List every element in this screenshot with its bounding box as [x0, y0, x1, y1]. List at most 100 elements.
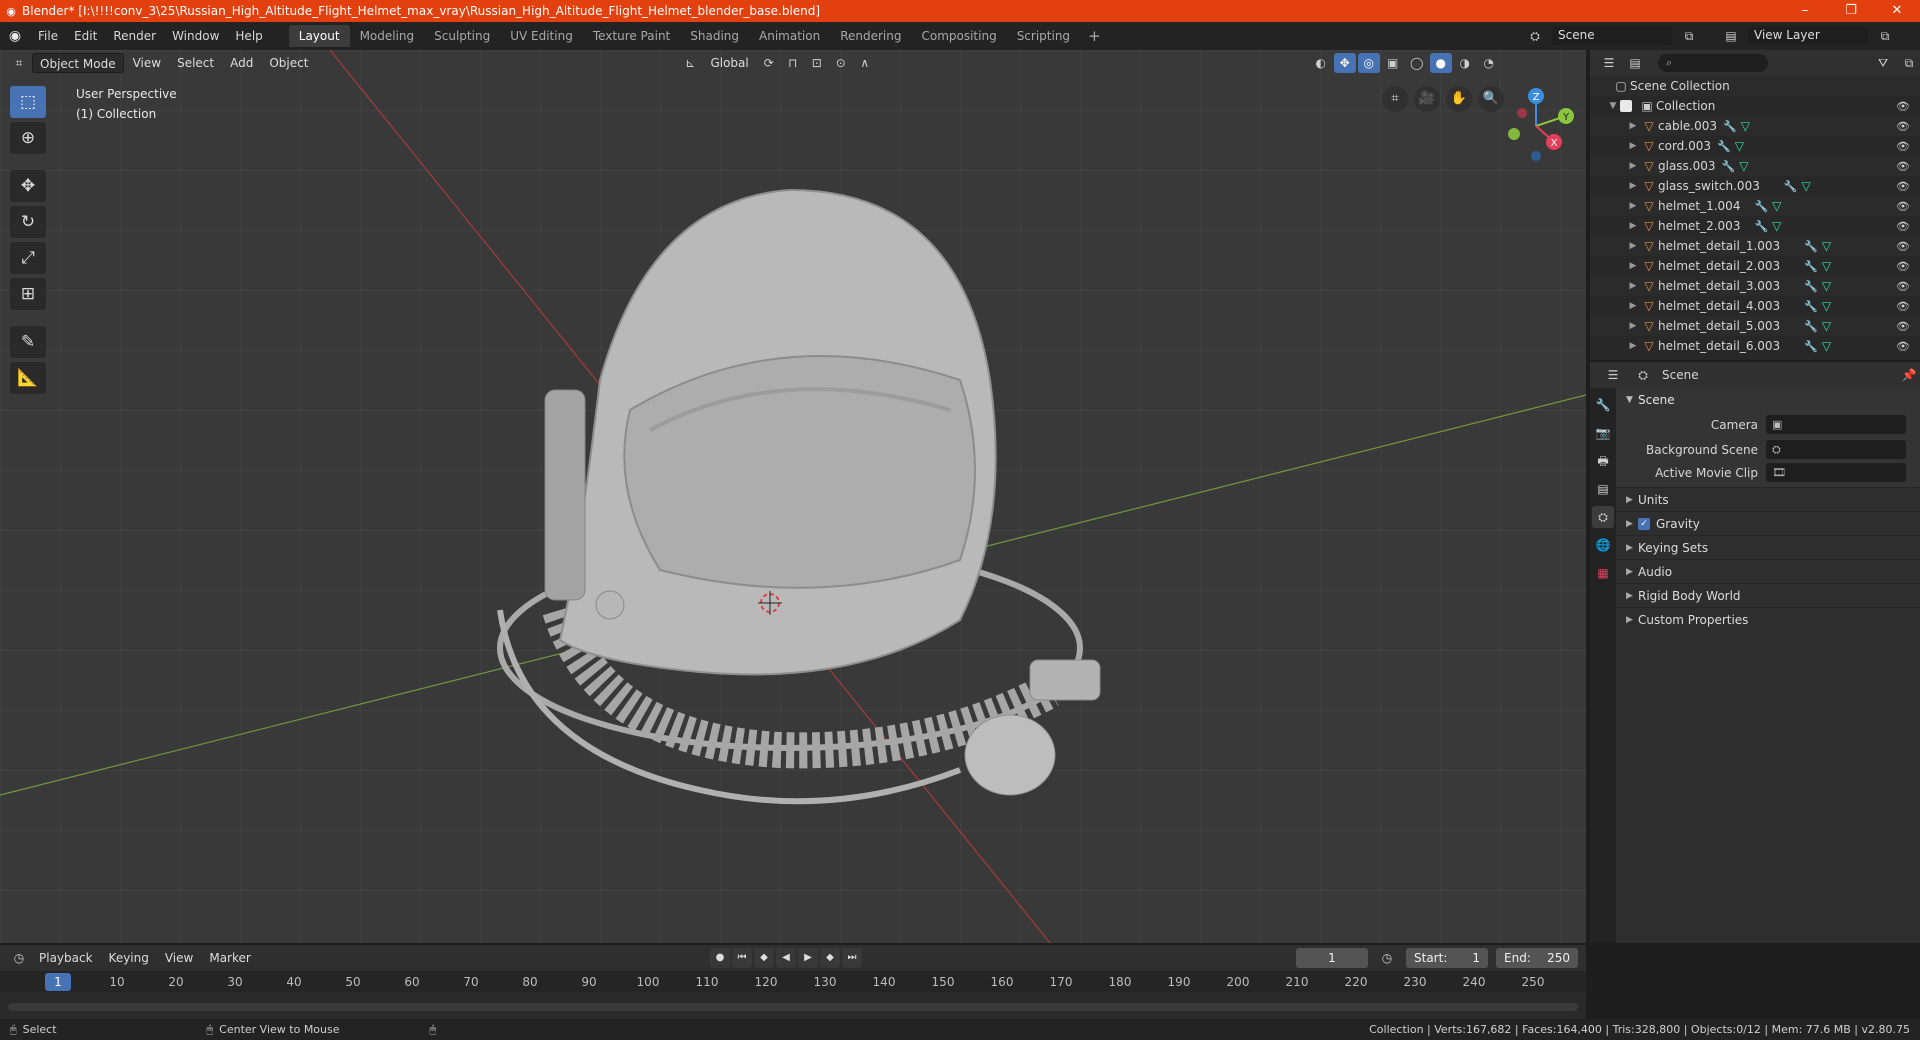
render-tab-icon[interactable]: 📷: [1592, 422, 1614, 444]
select-box-tool-icon[interactable]: ⬚: [10, 86, 46, 118]
tab-rendering[interactable]: Rendering: [830, 25, 911, 47]
tool-tab-icon[interactable]: 🔧: [1592, 394, 1614, 416]
preview-range-icon[interactable]: ◷: [1376, 948, 1398, 968]
falloff-icon[interactable]: ∧: [854, 53, 876, 73]
outliner-object-row[interactable]: ▶ ▽ glass_switch.003 🔧 ▽ 👁: [1590, 176, 1920, 196]
units-panel[interactable]: ▶ Units: [1616, 487, 1920, 511]
render-menu[interactable]: Render: [105, 25, 164, 47]
expand-object-icon[interactable]: ▶: [1626, 121, 1640, 131]
tab-animation[interactable]: Animation: [749, 25, 830, 47]
gravity-checkbox[interactable]: ✓: [1638, 517, 1650, 530]
navigation-gizmo[interactable]: Z Y X: [1496, 86, 1576, 166]
viewport-select-menu[interactable]: Select: [170, 53, 221, 73]
jump-start-icon[interactable]: ⏮: [732, 948, 752, 968]
filter-icon[interactable]: ⛛: [1872, 53, 1894, 73]
collection-row[interactable]: ▼ ▣ Collection 👁: [1590, 96, 1920, 116]
scene-collection-row[interactable]: ▢ Scene Collection: [1590, 76, 1920, 96]
outliner-editor-icon[interactable]: ☰: [1598, 53, 1620, 73]
modifier-icon[interactable]: 🔧: [1804, 240, 1818, 253]
active-movie-clip-field[interactable]: 🎞: [1766, 463, 1906, 482]
xray-icon[interactable]: ▣: [1382, 53, 1404, 73]
keying-sets-panel[interactable]: ▶ Keying Sets: [1616, 535, 1920, 559]
add-workspace-button[interactable]: +: [1080, 25, 1109, 47]
modifier-icon[interactable]: 🔧: [1804, 340, 1818, 353]
expand-object-icon[interactable]: ▶: [1626, 341, 1640, 351]
object-visibility-icon[interactable]: 👁: [1896, 260, 1910, 273]
edit-menu[interactable]: Edit: [66, 25, 105, 47]
scene-tab-icon[interactable]: ⛭: [1592, 506, 1614, 528]
expand-object-icon[interactable]: ▶: [1626, 321, 1640, 331]
modifier-icon[interactable]: 🔧: [1804, 280, 1818, 293]
gravity-panel[interactable]: ▶ ✓ Gravity: [1616, 511, 1920, 535]
outliner-object-row[interactable]: ▶ ▽ helmet_detail_4.003 🔧 ▽ 👁: [1590, 296, 1920, 316]
close-button[interactable]: ✕: [1874, 0, 1920, 22]
scene-name-field[interactable]: Scene: [1552, 26, 1672, 45]
display-mode-icon[interactable]: ▤: [1624, 53, 1646, 73]
outliner-object-row[interactable]: ▶ ▽ helmet_detail_2.003 🔧 ▽ 👁: [1590, 256, 1920, 276]
transform-tool-icon[interactable]: ⊞: [10, 278, 46, 310]
minimize-button[interactable]: –: [1782, 0, 1828, 22]
object-visibility-icon[interactable]: 👁: [1896, 240, 1910, 253]
timeline-editor-icon[interactable]: ◷: [8, 948, 30, 968]
expand-object-icon[interactable]: ▶: [1626, 181, 1640, 191]
expand-object-icon[interactable]: ▶: [1626, 241, 1640, 251]
mesh-data-icon[interactable]: ▽: [1822, 299, 1831, 313]
outliner-object-row[interactable]: ▶ ▽ cable.003 🔧 ▽ 👁: [1590, 116, 1920, 136]
transform-orientation-dropdown[interactable]: Global: [703, 53, 755, 73]
proportional-edit-icon[interactable]: ⊙: [830, 53, 852, 73]
object-visibility-icon[interactable]: 👁: [1896, 320, 1910, 333]
playback-menu[interactable]: Playback: [32, 948, 100, 968]
play-icon[interactable]: ▶: [798, 948, 818, 968]
mesh-data-icon[interactable]: ▽: [1802, 179, 1811, 193]
measure-tool-icon[interactable]: 📐: [10, 362, 46, 394]
wireframe-shading-icon[interactable]: ◯: [1406, 53, 1428, 73]
texture-tab-icon[interactable]: ▦: [1592, 562, 1614, 584]
viewport-object-menu[interactable]: Object: [262, 53, 315, 73]
modifier-icon[interactable]: 🔧: [1723, 120, 1737, 133]
view-layer-field[interactable]: View Layer: [1748, 26, 1868, 45]
timeline-scrollbar[interactable]: [8, 1003, 1578, 1011]
outliner-search-input[interactable]: ⌕: [1658, 54, 1768, 72]
pan-view-icon[interactable]: ✋: [1446, 86, 1472, 112]
outliner-object-row[interactable]: ▶ ▽ glass.003 🔧 ▽ 👁: [1590, 156, 1920, 176]
rotate-tool-icon[interactable]: ↻: [10, 206, 46, 238]
modifier-icon[interactable]: 🔧: [1717, 140, 1731, 153]
tab-compositing[interactable]: Compositing: [911, 25, 1006, 47]
expand-object-icon[interactable]: ▶: [1626, 261, 1640, 271]
outliner-object-row[interactable]: ▶ ▽ helmet_detail_6.003 🔧 ▽ 👁: [1590, 336, 1920, 356]
viewport-view-menu[interactable]: View: [126, 53, 168, 73]
timeline-view-menu[interactable]: View: [158, 948, 200, 968]
expand-object-icon[interactable]: ▶: [1626, 281, 1640, 291]
mesh-data-icon[interactable]: ▽: [1739, 159, 1748, 173]
editor-type-icon[interactable]: ⌗: [8, 53, 30, 73]
move-tool-icon[interactable]: ✥: [10, 170, 46, 202]
cursor-tool-icon[interactable]: ⊕: [10, 122, 46, 154]
end-frame-field[interactable]: End: 250: [1496, 948, 1578, 968]
mesh-data-icon[interactable]: ▽: [1772, 199, 1781, 213]
toggle-perspective-icon[interactable]: ⌗: [1382, 86, 1408, 112]
material-shading-icon[interactable]: ◑: [1454, 53, 1476, 73]
window-menu[interactable]: Window: [164, 25, 227, 47]
tab-texture-paint[interactable]: Texture Paint: [583, 25, 680, 47]
scale-tool-icon[interactable]: ⤢: [10, 242, 46, 274]
start-frame-field[interactable]: Start: 1: [1406, 948, 1488, 968]
mesh-data-icon[interactable]: ▽: [1735, 139, 1744, 153]
new-view-layer-icon[interactable]: ⧉: [1874, 26, 1896, 46]
mesh-data-icon[interactable]: ▽: [1772, 219, 1781, 233]
tab-layout[interactable]: Layout: [288, 25, 350, 47]
object-visibility-icon[interactable]: 👁: [1896, 120, 1910, 133]
camera-field[interactable]: ▣: [1766, 415, 1906, 434]
snap-icon[interactable]: ⊓: [782, 53, 804, 73]
output-tab-icon[interactable]: 🖶: [1592, 450, 1614, 472]
outliner-object-row[interactable]: ▶ ▽ helmet_detail_1.003 🔧 ▽ 👁: [1590, 236, 1920, 256]
custom-properties-panel[interactable]: ▶ Custom Properties: [1616, 607, 1920, 631]
object-visibility-icon[interactable]: 👁: [1896, 160, 1910, 173]
modifier-icon[interactable]: 🔧: [1804, 260, 1818, 273]
audio-panel[interactable]: ▶ Audio: [1616, 559, 1920, 583]
gizmo-toggle-icon[interactable]: ✥: [1333, 53, 1356, 73]
outliner-object-row[interactable]: ▶ ▽ helmet_detail_5.003 🔧 ▽ 👁: [1590, 316, 1920, 336]
mesh-data-icon[interactable]: ▽: [1822, 319, 1831, 333]
tab-modeling[interactable]: Modeling: [350, 25, 425, 47]
view-layer-icon[interactable]: ▤: [1720, 26, 1742, 46]
outliner-object-row[interactable]: ▶ ▽ helmet_2.003 🔧 ▽ 👁: [1590, 216, 1920, 236]
